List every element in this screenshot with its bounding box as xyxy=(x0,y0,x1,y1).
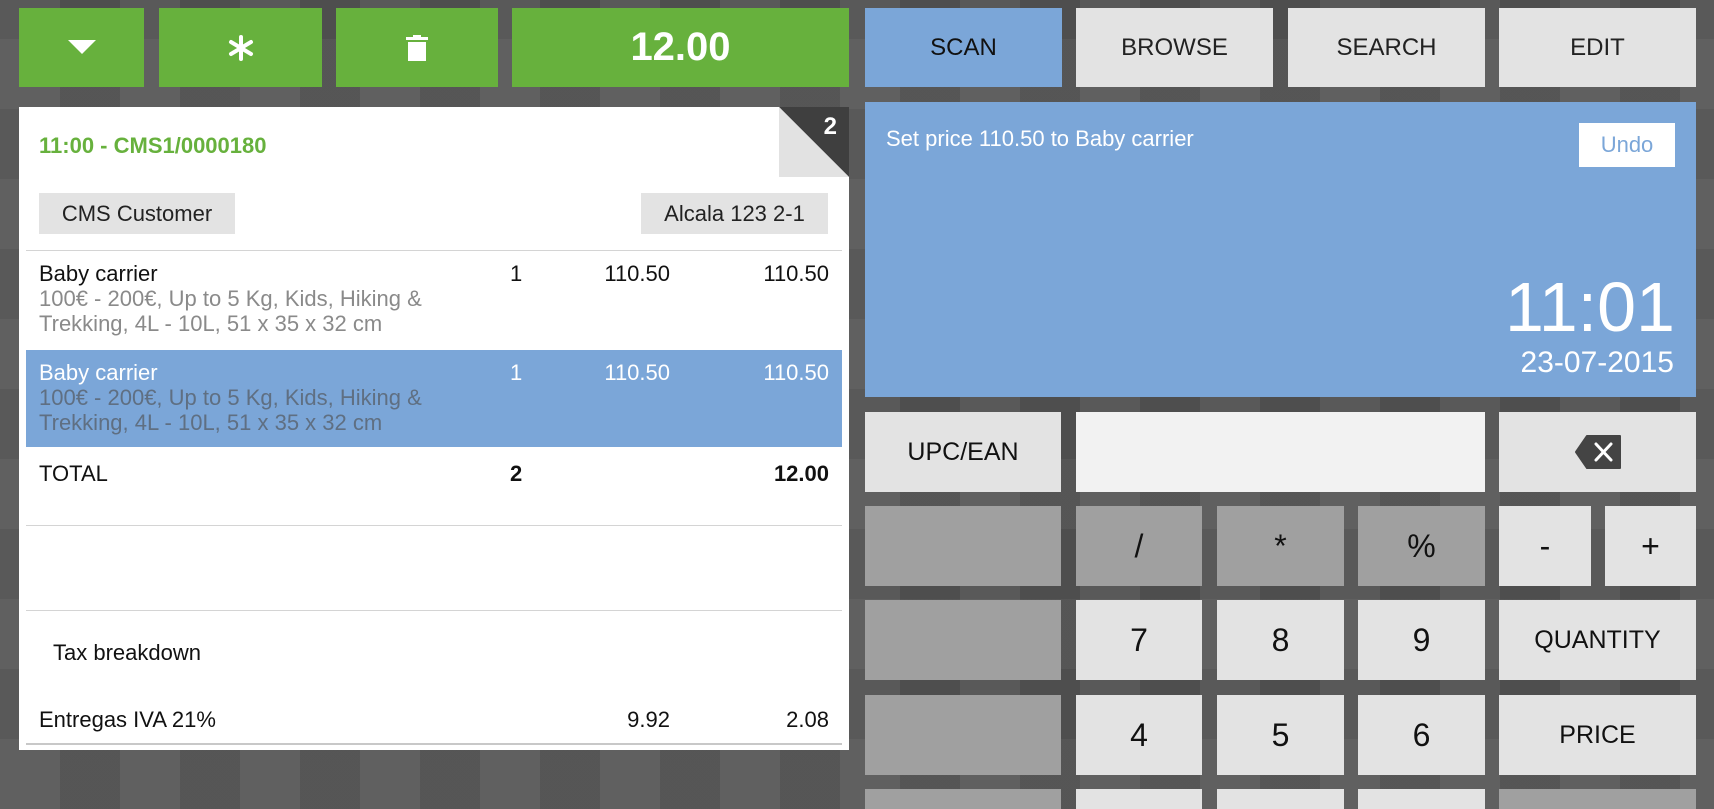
tab-browse[interactable]: BROWSE xyxy=(1076,8,1273,87)
tab-search[interactable]: SEARCH xyxy=(1288,8,1485,87)
receipt-corner-fold xyxy=(779,107,849,177)
tax-base: 9.92 xyxy=(627,707,670,732)
minus-key[interactable]: - xyxy=(1499,506,1591,586)
total-amount: 12.00 xyxy=(773,461,829,486)
tab-scan[interactable]: SCAN xyxy=(865,8,1062,87)
divide-key[interactable]: / xyxy=(1076,506,1202,586)
blank-key xyxy=(865,600,1061,680)
digit-5-key[interactable]: 5 xyxy=(1217,695,1344,775)
digit-6-key[interactable]: 6 xyxy=(1358,695,1485,775)
blank-key xyxy=(865,506,1061,586)
line-price: 110.50 xyxy=(604,360,670,385)
blank-key xyxy=(865,789,1061,809)
line-amount: 110.50 xyxy=(763,360,829,385)
line-quantity: 1 xyxy=(510,261,523,286)
plus-key[interactable]: + xyxy=(1605,506,1696,586)
divider xyxy=(26,610,842,611)
clock-time: 11:01 xyxy=(1505,268,1675,346)
order-line[interactable]: Baby carrier 100€ - 200€, Up to 5 Kg, Ki… xyxy=(26,251,842,348)
tax-breakdown-heading: Tax breakdown xyxy=(53,640,201,665)
multiply-key[interactable]: * xyxy=(1217,506,1344,586)
asterisk-icon xyxy=(228,34,253,61)
delete-order-button[interactable] xyxy=(336,8,498,87)
info-panel: Set price 110.50 to Baby carrier Undo 11… xyxy=(865,102,1696,397)
order-line-selected[interactable]: Baby carrier 100€ - 200€, Up to 5 Kg, Ki… xyxy=(26,350,842,447)
percent-key[interactable]: % xyxy=(1358,506,1485,586)
digit-4-key[interactable]: 4 xyxy=(1076,695,1202,775)
tab-edit[interactable]: EDIT xyxy=(1499,8,1696,87)
caret-down-icon xyxy=(67,39,96,54)
blank-key xyxy=(865,695,1061,775)
line-price: 110.50 xyxy=(604,261,670,286)
digit-8-key[interactable]: 8 xyxy=(1217,600,1344,680)
digit-key-partial[interactable] xyxy=(1217,789,1344,809)
price-mode-button[interactable]: PRICE xyxy=(1499,695,1696,775)
backspace-button[interactable] xyxy=(1499,412,1696,492)
order-total-button[interactable]: 12.00 xyxy=(512,8,849,87)
digit-key-partial[interactable] xyxy=(1076,789,1202,809)
backspace-icon xyxy=(1574,435,1621,469)
line-quantity: 1 xyxy=(510,360,523,385)
receipt-panel: 2 11:00 - CMS1/0000180 CMS Customer Alca… xyxy=(19,107,849,750)
line-product-name: Baby carrier xyxy=(39,360,158,385)
divider xyxy=(26,525,842,526)
total-label: TOTAL xyxy=(39,461,108,486)
digit-9-key[interactable]: 9 xyxy=(1358,600,1485,680)
order-number-badge: 2 xyxy=(823,113,837,140)
undo-button[interactable]: Undo xyxy=(1579,123,1675,167)
tax-amount: 2.08 xyxy=(786,707,829,732)
barcode-input[interactable] xyxy=(1076,412,1485,492)
address-button[interactable]: Alcala 123 2-1 xyxy=(641,193,828,234)
digit-7-key[interactable]: 7 xyxy=(1076,600,1202,680)
line-amount: 110.50 xyxy=(763,261,829,286)
line-product-description: 100€ - 200€, Up to 5 Kg, Kids, Hiking & … xyxy=(39,385,422,435)
trash-icon xyxy=(406,34,428,61)
status-message: Set price 110.50 to Baby carrier xyxy=(886,126,1194,151)
mode-key-partial[interactable] xyxy=(1499,789,1696,809)
line-product-name: Baby carrier xyxy=(39,261,158,286)
favorites-button[interactable] xyxy=(159,8,322,87)
tax-label: Entregas IVA 21% xyxy=(39,707,216,732)
customer-button[interactable]: CMS Customer xyxy=(39,193,235,234)
upc-ean-button[interactable]: UPC/EAN xyxy=(865,412,1061,492)
clock-date: 23-07-2015 xyxy=(1520,346,1674,379)
receipt-id: 11:00 - CMS1/0000180 xyxy=(39,133,267,158)
total-quantity: 2 xyxy=(510,461,523,486)
quantity-mode-button[interactable]: QUANTITY xyxy=(1499,600,1696,680)
divider xyxy=(26,743,842,745)
line-product-description: 100€ - 200€, Up to 5 Kg, Kids, Hiking & … xyxy=(39,286,422,336)
menu-button[interactable] xyxy=(19,8,144,87)
digit-key-partial[interactable] xyxy=(1358,789,1485,809)
